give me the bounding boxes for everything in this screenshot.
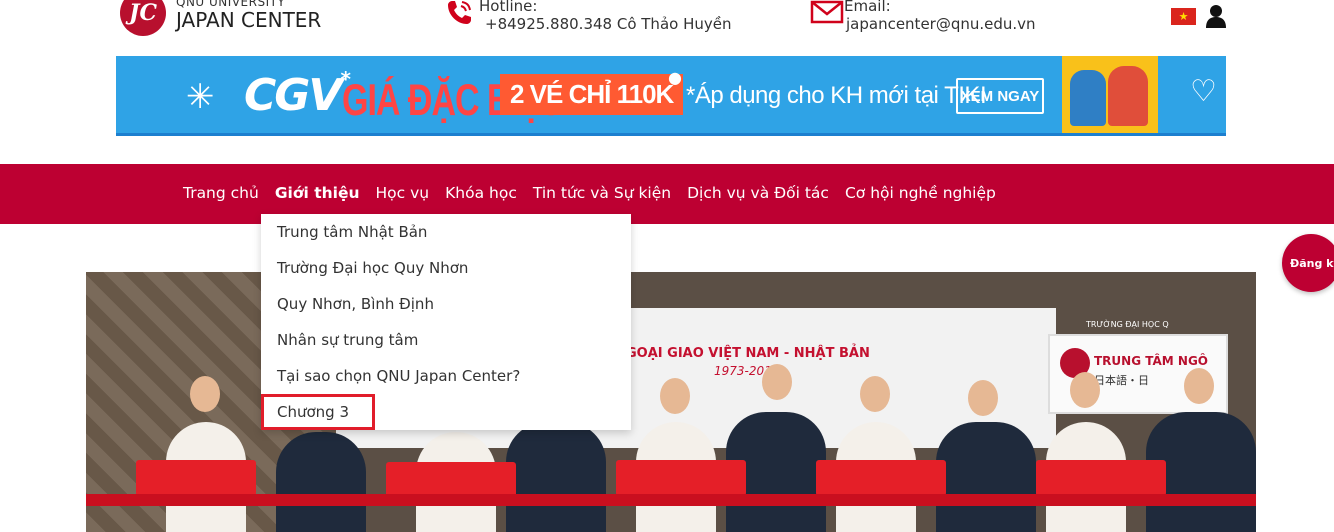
email-label: Email:: [844, 0, 891, 15]
banner-brand: CGV*: [244, 67, 351, 121]
page: JC QNU UNIVERSITY JAPAN CENTER Hotline: …: [0, 0, 1334, 532]
phone-icon: [445, 0, 475, 27]
hotline-value: +84925.880.348 Cô Thảo Huyền: [485, 15, 732, 33]
sign-subtitle: 日本語・日: [1094, 374, 1149, 387]
nav-item-news-events[interactable]: Tin tức và Sự kiện: [533, 184, 671, 202]
hotline-label: Hotline:: [479, 0, 538, 15]
drop-icon: ●: [668, 68, 682, 87]
heart-balloon-icon: ♡: [1190, 74, 1217, 109]
dropdown-item-quy-nhon[interactable]: Quy Nhơn, Bình Định: [261, 286, 631, 322]
vietnam-flag-icon[interactable]: ★: [1171, 8, 1196, 25]
promo-banner[interactable]: ✳ CGV* GIÁ ĐẶC BIỆT 2 VÉ CHỈ 110K ● *Áp …: [116, 56, 1226, 136]
nav-item-careers[interactable]: Cơ hội nghề nghiệp: [845, 184, 996, 202]
logo-mark: JC: [120, 0, 166, 36]
sign-school: TRƯỜNG ĐẠI HỌC Q: [1086, 320, 1169, 329]
nav-item-courses[interactable]: Khóa học: [445, 184, 517, 202]
logo-title: JAPAN CENTER: [176, 8, 322, 32]
dropdown-item-staff[interactable]: Nhân sự trung tâm: [261, 322, 631, 358]
backdrop-title: GOẠI GIAO VIỆT NAM - NHẬT BẢN: [626, 346, 870, 361]
nav-item-services-partners[interactable]: Dịch vụ và Đối tác: [687, 184, 829, 202]
dropdown-item-why-choose[interactable]: Tại sao chọn QNU Japan Center?: [261, 358, 631, 394]
hotline-contact[interactable]: Hotline: +84925.880.348 Cô Thảo Huyền: [445, 0, 731, 33]
nav-item-about[interactable]: Giới thiệu: [275, 184, 360, 202]
banner-note: *Áp dụng cho KH mới tại TIKI: [686, 82, 987, 109]
site-logo[interactable]: JC QNU UNIVERSITY JAPAN CENTER: [120, 0, 321, 36]
user-icon[interactable]: [1206, 4, 1226, 28]
about-dropdown-menu: Trung tâm Nhật Bản Trường Đại học Quy Nh…: [261, 214, 631, 430]
dropdown-item-qnu-university[interactable]: Trường Đại học Quy Nhơn: [261, 250, 631, 286]
nav-item-home[interactable]: Trang chủ: [183, 184, 259, 202]
banner-cta-button[interactable]: XEM NGAY: [956, 78, 1044, 114]
nav-item-academic[interactable]: Học vụ: [376, 184, 430, 202]
banner-price: 2 VÉ CHỈ 110K: [500, 74, 684, 115]
banner-mascot-image: [1062, 56, 1158, 133]
dropdown-item-chapter-3[interactable]: Chương 3: [261, 394, 375, 430]
nav-list: Trang chủ Giới thiệu Học vụ Khóa học Tin…: [183, 184, 1012, 202]
sparkle-icon: ✳: [186, 77, 215, 117]
logo-subtitle: QNU UNIVERSITY: [176, 0, 286, 9]
email-contact[interactable]: Email: japancenter@qnu.edu.vn: [810, 0, 1036, 33]
email-value: japancenter@qnu.edu.vn: [846, 15, 1036, 33]
sign-title: TRUNG TÂM NGÔ: [1094, 354, 1208, 368]
register-button[interactable]: Đăng ký: [1282, 234, 1334, 292]
site-header: JC QNU UNIVERSITY JAPAN CENTER Hotline: …: [0, 0, 1334, 50]
envelope-icon: [810, 0, 844, 27]
dropdown-item-japan-center[interactable]: Trung tâm Nhật Bản: [261, 214, 631, 250]
main-navbar: Trang chủ Giới thiệu Học vụ Khóa học Tin…: [0, 164, 1334, 224]
